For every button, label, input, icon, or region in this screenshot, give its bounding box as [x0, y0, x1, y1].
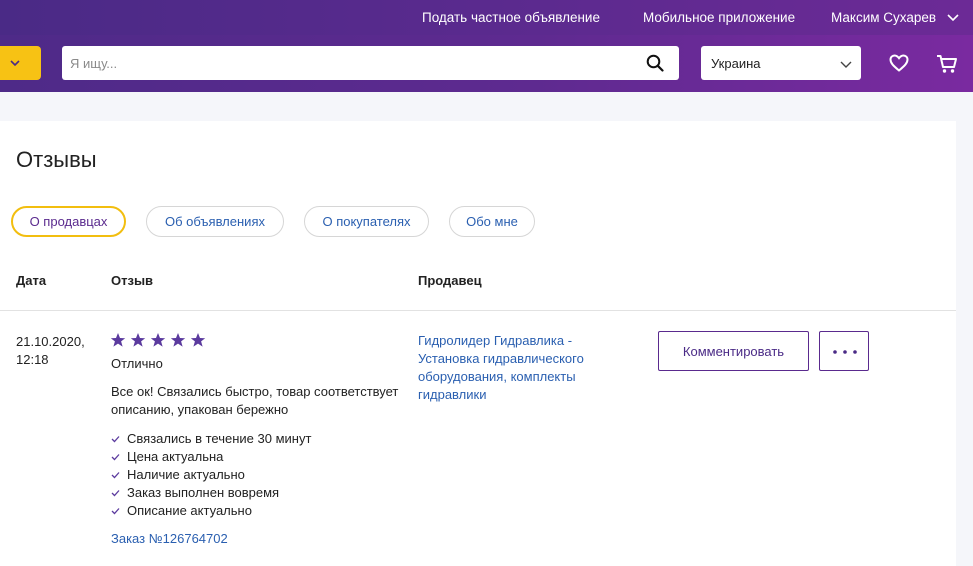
search-box: [62, 46, 679, 80]
cart-icon[interactable]: [936, 54, 958, 74]
check-icon: [111, 508, 120, 515]
divider: [0, 310, 956, 311]
list-item: Описание актуально: [111, 502, 311, 520]
seller-link[interactable]: Гидролидер Гидравлика - Установка гидрав…: [418, 332, 618, 404]
catalog-button[interactable]: [0, 46, 41, 80]
order-link[interactable]: Заказ №126764702: [111, 531, 228, 546]
check-label: Заказ выполнен вовремя: [127, 485, 280, 500]
mobile-app-link[interactable]: Мобильное приложение: [643, 10, 795, 25]
list-item: Цена актуальна: [111, 448, 311, 466]
column-header-review: Отзыв: [111, 273, 154, 288]
reviews-card: Отзывы О продавцах Об объявлениях О поку…: [0, 121, 956, 566]
heart-icon[interactable]: [889, 54, 909, 72]
tab-about-sellers[interactable]: О продавцах: [11, 206, 126, 237]
search-input[interactable]: [62, 46, 632, 80]
review-checklist: Связались в течение 30 минут Цена актуал…: [111, 430, 311, 520]
column-header-seller: Продавец: [418, 273, 482, 288]
star-icon: [150, 333, 166, 347]
check-label: Описание актуально: [127, 503, 252, 518]
chevron-down-icon: [10, 60, 20, 67]
review-date: 21.10.2020, 12:18: [16, 334, 85, 367]
post-ad-link[interactable]: Подать частное объявление: [422, 10, 600, 25]
check-label: Наличие актуально: [127, 467, 245, 482]
user-menu[interactable]: Максим Сухарев: [831, 10, 936, 25]
star-icon: [190, 333, 206, 347]
page-title: Отзывы: [16, 147, 97, 172]
comment-button[interactable]: Комментировать: [658, 331, 809, 371]
tab-about-ads[interactable]: Об объявлениях: [146, 206, 284, 237]
star-icon: [130, 333, 146, 347]
tab-about-buyers[interactable]: О покупателях: [304, 206, 429, 237]
check-icon: [111, 454, 120, 461]
check-icon: [111, 436, 120, 443]
check-icon: [111, 472, 120, 479]
rating-label: Отлично: [111, 356, 163, 371]
review-text: Все ок! Связались быстро, товар соответс…: [111, 384, 399, 417]
chevron-down-icon: [840, 61, 852, 68]
search-icon[interactable]: [646, 54, 664, 72]
check-icon: [111, 490, 120, 497]
check-label: Цена актуальна: [127, 449, 224, 464]
top-bar: Подать частное объявление Мобильное прил…: [0, 0, 973, 35]
region-value: Украина: [711, 56, 761, 71]
region-select[interactable]: Украина: [701, 46, 861, 80]
chevron-down-icon[interactable]: [946, 10, 960, 24]
star-icon: [110, 333, 126, 347]
list-item: Связались в течение 30 минут: [111, 430, 311, 448]
star-icon: [170, 333, 186, 347]
search-bar: Украина: [0, 35, 973, 92]
list-item: Заказ выполнен вовремя: [111, 484, 311, 502]
column-header-date: Дата: [16, 273, 47, 288]
tab-about-me[interactable]: Обо мне: [449, 206, 535, 237]
check-label: Связались в течение 30 минут: [127, 431, 312, 446]
more-button[interactable]: [819, 331, 869, 371]
list-item: Наличие актуально: [111, 466, 311, 484]
more-dots-icon: [833, 350, 857, 354]
